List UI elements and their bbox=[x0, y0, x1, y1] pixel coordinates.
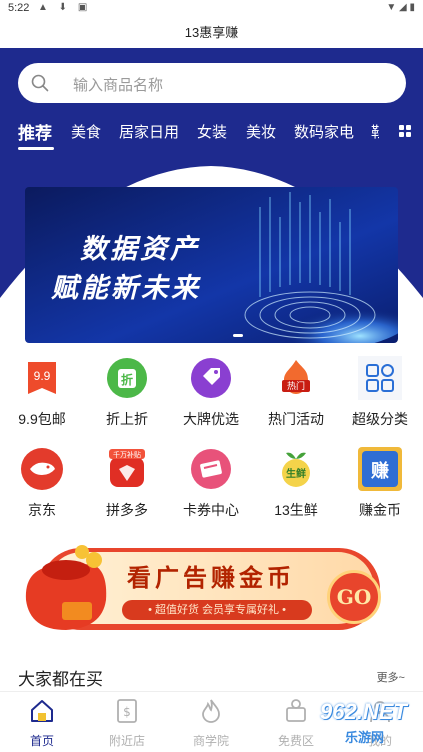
flame-icon bbox=[202, 699, 220, 723]
ad-title: 看广告赚金币 bbox=[127, 563, 295, 592]
status-time: 5:22 bbox=[8, 2, 30, 14]
nav-home[interactable]: 首页 bbox=[2, 696, 82, 750]
active-tab-indicator bbox=[18, 147, 54, 150]
watermark-subtext: 乐游网 bbox=[345, 730, 385, 745]
entry-label: 大牌优选 bbox=[183, 411, 239, 427]
discount-bag-icon: 折 bbox=[107, 358, 147, 398]
entry-super-category[interactable]: 超级分类 bbox=[340, 354, 420, 442]
tab-digital[interactable]: 数码家电 bbox=[294, 121, 354, 142]
nearby-store-icon: $ bbox=[117, 699, 137, 723]
tab-womens-wear[interactable]: 女装 bbox=[197, 121, 227, 142]
section-more-link[interactable]: 更多~ bbox=[377, 669, 405, 685]
earn-badge-text: 赚 bbox=[370, 460, 389, 482]
fresh-produce-icon: 生鲜 bbox=[282, 452, 310, 487]
home-icon bbox=[31, 700, 53, 722]
watermark-text: 962.NET bbox=[320, 699, 407, 724]
search-placeholder: 输入商品名称 bbox=[73, 77, 164, 94]
site-watermark: 962.NET 乐游网 bbox=[290, 697, 420, 745]
discount-badge-text: 折 bbox=[121, 372, 133, 387]
tab-makeup[interactable]: 美妆 bbox=[246, 121, 276, 142]
tab-food[interactable]: 美食 bbox=[71, 121, 101, 142]
promo-banner[interactable]: 数据资产 赋能新未来 bbox=[25, 187, 398, 343]
hot-badge-text: 热门 bbox=[287, 380, 305, 392]
entry-label: 9.9包邮 bbox=[18, 411, 66, 427]
search-input[interactable]: 输入商品名称 bbox=[18, 63, 406, 103]
status-bar: 5:22 ▲ ⬇ ▣ ▼ ◢ ▮ bbox=[0, 0, 423, 18]
category-tabs: 推荐 美食 居家日用 女装 美妆 数码家电 鞋 bbox=[0, 116, 423, 150]
app-title: 13惠享赚 bbox=[0, 18, 423, 48]
hot-event-icon: 热门 bbox=[282, 360, 310, 394]
nav-academy[interactable]: 商学院 bbox=[171, 696, 251, 750]
fresh-badge-text: 生鲜 bbox=[286, 467, 306, 480]
signal-battery-icons: ▼ ◢ ▮ bbox=[386, 2, 415, 13]
section-header: 大家都在买 更多~ bbox=[0, 650, 423, 690]
svg-text:$: $ bbox=[123, 705, 131, 719]
entry-coupon-center[interactable]: 卡券中心 bbox=[171, 445, 251, 533]
entry-label: 卡券中心 bbox=[183, 502, 239, 518]
entry-jd[interactable]: 京东 bbox=[2, 445, 82, 533]
entry-label: 13生鲜 bbox=[274, 502, 318, 518]
entry-earn-coins[interactable]: 赚 赚金币 bbox=[340, 445, 420, 533]
tab-household[interactable]: 居家日用 bbox=[119, 121, 179, 142]
section-title: 大家都在买 bbox=[18, 670, 103, 689]
nav-nearby[interactable]: $ 附近店 bbox=[87, 696, 167, 750]
search-icon bbox=[31, 74, 49, 92]
earn-coins-icon: 赚 bbox=[358, 447, 402, 491]
entry-hot-events[interactable]: 热门 热门活动 bbox=[256, 354, 336, 442]
tab-recommend[interactable]: 推荐 bbox=[18, 119, 52, 144]
entry-label: 赚金币 bbox=[359, 502, 401, 518]
entry-label: 折上折 bbox=[106, 411, 148, 427]
notification-icons: ▲ ⬇ ▣ bbox=[38, 2, 92, 13]
entry-label: 热门活动 bbox=[268, 411, 324, 427]
nine-nine-badge-text: 9.9 bbox=[34, 369, 51, 383]
nav-label: 附近店 bbox=[108, 734, 145, 748]
pinduoduo-icon: 千万补贴 bbox=[109, 449, 145, 487]
ad-subtitle: • 超值好货 会员享专属好礼 • bbox=[122, 600, 312, 620]
entry-label: 拼多多 bbox=[106, 502, 148, 518]
category-grid-icon bbox=[358, 356, 402, 400]
entry-nine-nine[interactable]: 9.9 9.9包邮 bbox=[2, 354, 82, 442]
entry-brand-select[interactable]: 大牌优选 bbox=[171, 354, 251, 442]
nav-label: 商学院 bbox=[192, 734, 229, 748]
tab-shoes[interactable]: 鞋 bbox=[371, 121, 379, 142]
coupon-card-icon bbox=[191, 449, 231, 489]
entry-label: 超级分类 bbox=[352, 411, 408, 427]
watch-ad-banner[interactable]: 看广告赚金币 • 超值好货 会员享专属好礼 • GO bbox=[22, 540, 402, 640]
quick-entry-grid: 9.9 9.9包邮 折 折上折 大牌优选 热门 热门活动 超级分类 京东 千万补… bbox=[0, 354, 423, 534]
entry-fresh[interactable]: 生鲜 13生鲜 bbox=[256, 445, 336, 533]
ad-go-button[interactable]: GO bbox=[327, 570, 381, 624]
entry-discount[interactable]: 折 折上折 bbox=[87, 354, 167, 442]
banner-headline-1: 数据资产 bbox=[80, 234, 200, 264]
banner-headline-2: 赋能新未来 bbox=[51, 273, 201, 303]
entry-label: 京东 bbox=[28, 502, 56, 518]
nine-nine-tag-icon: 9.9 bbox=[28, 362, 56, 394]
nav-label: 首页 bbox=[29, 734, 54, 748]
grid-menu-icon[interactable] bbox=[399, 125, 411, 137]
price-tag-icon bbox=[191, 358, 231, 398]
banner-page-indicator bbox=[233, 334, 243, 337]
pdd-badge-text: 千万补贴 bbox=[113, 450, 141, 459]
entry-pinduoduo[interactable]: 千万补贴 拼多多 bbox=[87, 445, 167, 533]
jd-dog-icon bbox=[21, 448, 63, 490]
